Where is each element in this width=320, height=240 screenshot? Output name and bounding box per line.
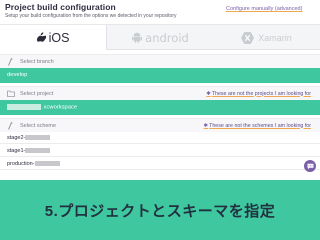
scheme-option-label: stage1- [7, 148, 51, 154]
page-header: Project build configuration Setup your b… [0, 0, 320, 24]
chat-button[interactable] [304, 160, 316, 172]
android-icon [132, 32, 143, 43]
scheme-section-label: Select scheme [20, 122, 57, 129]
scheme-prefix: stage2- [7, 135, 26, 141]
tab-ios[interactable]: iOS [0, 25, 107, 50]
xamarin-icon [241, 31, 255, 44]
tab-xamarin[interactable]: Xamarin [213, 25, 320, 50]
scheme-prefix: production- [7, 161, 35, 167]
branch-option-selected[interactable]: develop [0, 68, 320, 83]
scheme-option-label: stage2- [7, 135, 51, 141]
sparkle-icon: ✱ [206, 90, 211, 97]
scheme-option[interactable]: production- [0, 158, 320, 170]
scheme-option[interactable]: stage1- [0, 145, 320, 157]
sparkle-icon: ✱ [203, 122, 209, 129]
scheme-prefix: stage1- [7, 148, 26, 154]
chat-icon [307, 163, 313, 169]
project-section-label: Select project [20, 90, 54, 97]
configure-manually-link[interactable]: Configure manually (advanced) [226, 6, 310, 12]
page-title: Project build configuration [5, 2, 116, 12]
branch-option-label: develop [7, 72, 28, 78]
branch-section-header: Select branch [0, 54, 320, 68]
project-name-suffix: .xcworkspace [42, 104, 78, 111]
project-option-selected[interactable]: .xcworkspace [0, 100, 320, 115]
schemes-not-found-link[interactable]: ✱These are not the schemes I am looking … [204, 123, 311, 129]
branch-section-label: Select branch [20, 58, 54, 65]
caption-text: 5.プロジェクトとスキーマを指定 [44, 202, 276, 220]
project-option-label: .xcworkspace [7, 104, 77, 111]
projects-not-found-link[interactable]: ✱These are not the projects I am looking… [206, 91, 311, 97]
caption-banner: 5.プロジェクトとスキーマを指定 [0, 180, 320, 240]
platform-tabs: iOS android Xamarin [0, 24, 320, 50]
folder-icon [7, 90, 15, 97]
scheme-section-header: Select scheme ✱These are not the schemes… [0, 118, 320, 132]
branch-icon [8, 58, 13, 66]
tab-android[interactable]: android [107, 25, 214, 50]
tab-ios-label: iOS [48, 30, 70, 45]
tab-xamarin-label: Xamarin [258, 32, 292, 43]
branch-icon [8, 122, 13, 130]
projects-not-found-label: These are not the projects I am looking … [211, 90, 311, 97]
project-section-header: Select project ✱These are not the projec… [0, 86, 320, 100]
scheme-option-label: production- [7, 161, 60, 167]
redacted-text [25, 148, 51, 154]
page-subtitle: Setup your build configuration from the … [5, 13, 177, 19]
scheme-option[interactable]: stage2- [0, 132, 320, 144]
redacted-text [7, 104, 41, 110]
apple-icon [36, 32, 46, 42]
redacted-text [25, 135, 51, 141]
redacted-text [34, 161, 60, 167]
tab-android-label: android [145, 30, 189, 45]
schemes-not-found-label: These are not the schemes I am looking f… [209, 122, 311, 129]
